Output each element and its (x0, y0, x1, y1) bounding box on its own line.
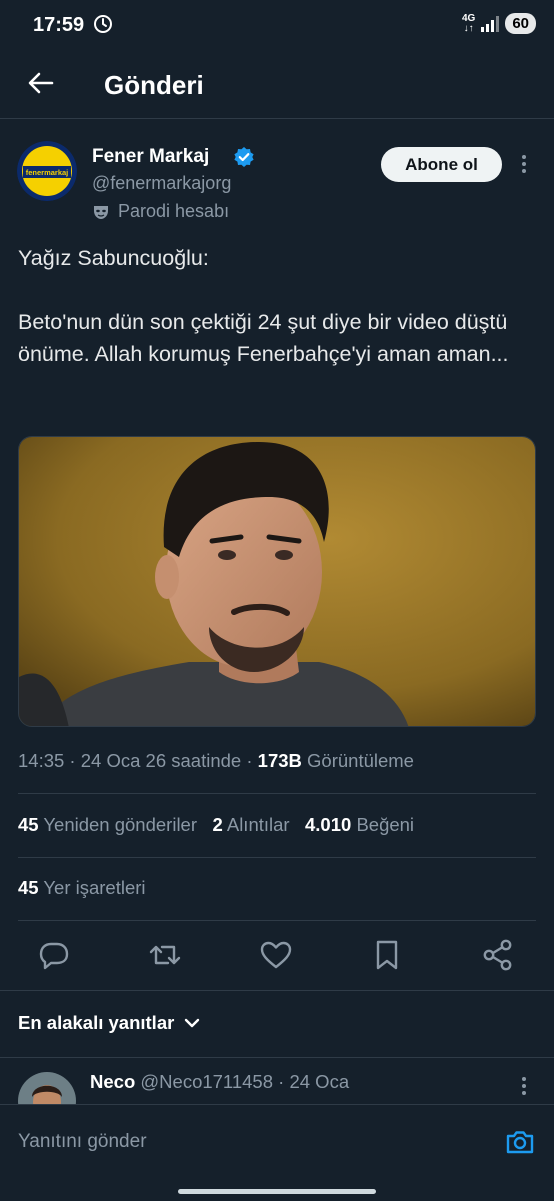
divider (18, 857, 536, 858)
divider (0, 990, 554, 991)
replies-sort-label: En alakalı yanıtlar (18, 1012, 175, 1033)
verified-badge-icon (234, 147, 254, 167)
status-time: 17:59 (33, 14, 85, 36)
views-count: 173B (257, 750, 302, 771)
signal-icon (481, 15, 500, 32)
parody-mask-icon (94, 205, 108, 219)
author-name[interactable]: Fener Markaj (92, 146, 209, 168)
reply-date: 24 Oca (289, 1071, 350, 1092)
author-avatar[interactable]: fenermarkaj (17, 141, 77, 201)
back-arrow-icon[interactable] (26, 68, 56, 98)
svg-text:fenermarkaj: fenermarkaj (26, 168, 69, 177)
views-label: Görüntüleme (307, 750, 414, 771)
status-indicators: 4G ↓↑ 60 (462, 13, 536, 34)
reply-input[interactable]: Yanıtını gönder (18, 1131, 147, 1153)
like-icon[interactable] (259, 938, 293, 972)
chevron-down-icon (185, 1018, 200, 1028)
home-indicator (178, 1189, 376, 1194)
quotes-stat[interactable]: 2 Alıntılar (212, 814, 289, 835)
post-date: 24 Oca 26 saatinde (80, 750, 242, 771)
reposts-stat[interactable]: 45 Yeniden gönderiler (18, 814, 197, 835)
post-meta: 14:35 · 24 Oca 26 saatinde · 173B Görünt… (18, 750, 414, 771)
battery-indicator: 60 (505, 13, 536, 34)
network-type: 4G ↓↑ (461, 12, 476, 34)
post-image[interactable] (18, 436, 536, 727)
reply-author-handle[interactable]: @Neco1711458 (140, 1071, 273, 1092)
header-divider (0, 118, 554, 119)
reply-author-name[interactable]: Neco (90, 1071, 135, 1092)
alarm-icon (94, 15, 112, 33)
repost-icon[interactable] (148, 938, 182, 972)
bookmark-icon[interactable] (370, 938, 404, 972)
likes-stat[interactable]: 4.010 Beğeni (305, 814, 414, 835)
subscribe-button[interactable]: Abone ol (381, 147, 502, 182)
divider (18, 920, 536, 921)
share-icon[interactable] (481, 938, 515, 972)
post-text-line: Beto'nun dün son çektiği 24 şut diye bir… (18, 310, 509, 366)
reply-header: Neco @Neco1711458 · 24 Oca (90, 1071, 350, 1092)
replies-sort-dropdown[interactable]: En alakalı yanıtlar (18, 1012, 200, 1034)
divider (18, 793, 536, 794)
more-options-icon[interactable] (516, 1074, 532, 1098)
bookmarks-stat[interactable]: 45 Yer işaretleri (18, 877, 146, 899)
author-handle[interactable]: @fenermarkajorg (92, 173, 231, 194)
post-text: Yağız Sabuncuoğlu: Beto'nun dün son çekt… (18, 242, 518, 370)
divider (0, 1057, 554, 1058)
post-time: 14:35 (18, 750, 65, 771)
page-title: Gönderi (104, 70, 204, 100)
parody-label: Parodi hesabı (92, 201, 229, 222)
more-options-icon[interactable] (516, 152, 532, 176)
post-text-line: Yağız Sabuncuoğlu: (18, 246, 209, 270)
reply-icon[interactable] (37, 938, 71, 972)
post-stats: 45 Yeniden gönderiler 2 Alıntılar 4.010 … (18, 814, 414, 836)
camera-icon[interactable] (505, 1127, 535, 1157)
